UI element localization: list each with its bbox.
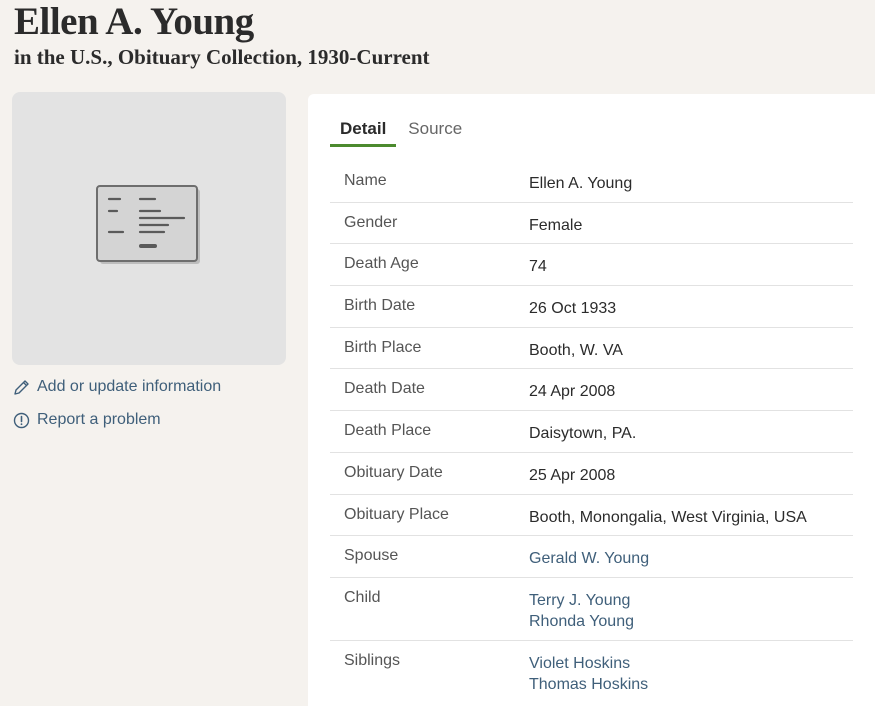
detail-label: Obituary Date	[344, 463, 443, 481]
detail-label: Gender	[344, 213, 398, 231]
detail-label: Death Place	[344, 422, 432, 440]
sibling-link[interactable]: Violet Hoskins	[529, 653, 648, 675]
detail-label: Name	[344, 172, 387, 189]
detail-value: Gerald W. Young	[529, 536, 649, 577]
detail-value: Ellen A. Young	[529, 175, 633, 192]
page-title: Ellen A. Young	[14, 0, 254, 43]
record-thumbnail[interactable]	[12, 92, 286, 365]
add-update-label: Add or update information	[37, 378, 222, 395]
detail-value: Daisytown, PA.	[529, 425, 637, 443]
tab-detail[interactable]: Detail	[330, 111, 397, 147]
detail-value: Female	[529, 216, 583, 234]
report-problem-link[interactable]: Report a problem	[13, 411, 161, 429]
detail-label: Birth Date	[344, 297, 416, 315]
detail-row-siblings: Siblings Violet Hoskins Thomas Hoskins	[330, 641, 853, 704]
detail-row-obituary-date: Obituary Date 25 Apr 2008	[330, 453, 853, 495]
collection-subtitle: in the U.S., Obituary Collection, 1930-C…	[14, 45, 430, 69]
detail-value: Terry J. Young Rhonda Young	[529, 578, 634, 640]
spouse-link[interactable]: Gerald W. Young	[529, 548, 649, 570]
detail-label: Siblings	[344, 651, 401, 669]
detail-row-obituary-place: Obituary Place Booth, Monongalia, West V…	[330, 495, 853, 537]
record-detail-panel: Detail Source Name Ellen A. Young Gender…	[308, 94, 875, 706]
detail-label: Birth Place	[344, 338, 422, 356]
detail-row-death-date: Death Date 24 Apr 2008	[330, 369, 853, 412]
detail-label: Death Date	[344, 380, 425, 398]
child-link[interactable]: Rhonda Young	[529, 611, 634, 633]
detail-label: Child	[344, 588, 381, 606]
alert-circle-icon	[13, 412, 30, 429]
detail-row-birth-place: Birth Place Booth, W. VA	[330, 328, 853, 370]
child-link[interactable]: Terry J. Young	[529, 590, 634, 612]
add-update-information-link[interactable]: Add or update information	[13, 378, 221, 396]
detail-label: Spouse	[344, 547, 399, 565]
detail-row-gender: Gender Female	[330, 203, 853, 245]
record-tabs: Detail Source	[330, 111, 474, 147]
detail-row-child: Child Terry J. Young Rhonda Young	[330, 578, 853, 641]
detail-table: Name Ellen A. Young Gender Female Death …	[330, 161, 853, 704]
pencil-icon	[13, 379, 30, 396]
detail-value: Violet Hoskins Thomas Hoskins	[529, 641, 648, 704]
detail-row-spouse: Spouse Gerald W. Young	[330, 536, 853, 578]
detail-row-birth-date: Birth Date 26 Oct 1933	[330, 286, 853, 328]
detail-value: 26 Oct 1933	[529, 300, 617, 318]
detail-row-death-place: Death Place Daisytown, PA.	[330, 411, 853, 453]
record-card-icon	[96, 185, 200, 264]
detail-label: Death Age	[344, 255, 419, 273]
detail-row-name: Name Ellen A. Young	[330, 161, 853, 203]
detail-value: 25 Apr 2008	[529, 466, 616, 484]
detail-row-death-age: Death Age 74	[330, 244, 853, 287]
tab-source[interactable]: Source	[398, 111, 472, 147]
detail-value: Booth, W. VA	[529, 341, 623, 359]
detail-value: 74	[529, 258, 547, 276]
detail-value: Booth, Monongalia, West Virginia, USA	[529, 508, 807, 526]
detail-label: Obituary Place	[344, 505, 449, 523]
sibling-link[interactable]: Thomas Hoskins	[529, 674, 648, 696]
detail-value: 24 Apr 2008	[529, 383, 616, 401]
report-problem-label: Report a problem	[37, 411, 161, 428]
